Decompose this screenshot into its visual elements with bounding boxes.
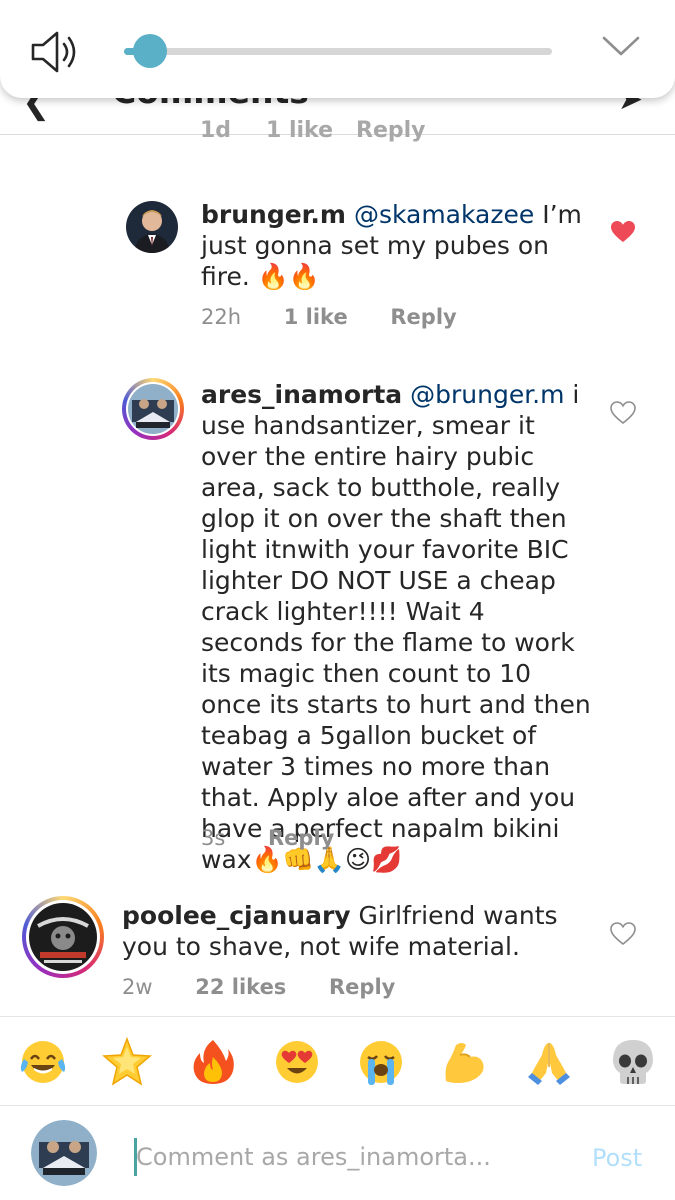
star-emoji-icon[interactable] [102, 1036, 152, 1087]
tears-of-joy-emoji-icon[interactable] [18, 1037, 68, 1087]
comment-meta: 22h 1 like Reply [201, 305, 493, 329]
emoji-bar [0, 1016, 675, 1106]
comment-username[interactable]: brunger.m [201, 200, 346, 229]
reply-button[interactable]: Reply [329, 975, 395, 999]
avatar[interactable] [122, 378, 184, 440]
comment-mention[interactable]: @brunger.m [410, 380, 564, 409]
heart-filled-icon[interactable] [610, 220, 636, 244]
comment-time: 3s [201, 826, 226, 850]
comment-text: poolee_cjanuary Girlfriend wants you to … [122, 900, 602, 962]
composer-avatar [31, 1120, 97, 1186]
comment-body: i use handsantizer, smear it over the en… [201, 380, 599, 874]
comment-username[interactable]: ares_inamorta [201, 380, 402, 409]
skull-emoji-icon[interactable] [608, 1037, 658, 1087]
comment-meta: 2w 22 likes Reply [122, 975, 431, 999]
volume-slider-knob[interactable] [132, 34, 167, 68]
comment-composer: Post [0, 1106, 675, 1200]
comment-likes[interactable]: 22 likes [195, 975, 286, 999]
comment-meta: 3s Reply [201, 826, 370, 850]
flexed-biceps-emoji-icon[interactable] [440, 1037, 490, 1087]
volume-panel [0, 0, 675, 98]
comment-input[interactable] [136, 1138, 536, 1176]
avatar[interactable] [126, 201, 178, 253]
fire-emoji-icon[interactable] [188, 1037, 238, 1087]
comment-text: ares_inamorta @brunger.m i use handsanti… [201, 379, 593, 875]
comment-text: brunger.m @skamakazee I’m just gonna set… [201, 199, 591, 292]
chevron-down-icon[interactable] [600, 30, 642, 60]
peek-likes[interactable]: 1 like [266, 118, 333, 143]
loudly-crying-emoji-icon[interactable] [356, 1037, 406, 1087]
comment-time: 2w [122, 975, 153, 999]
heart-outline-icon[interactable] [610, 922, 636, 946]
avatar[interactable] [22, 896, 104, 978]
speaker-icon[interactable] [30, 29, 80, 75]
volume-slider-track[interactable] [124, 48, 552, 55]
comment-username[interactable]: poolee_cjanuary [122, 901, 351, 930]
post-button[interactable]: Post [592, 1144, 642, 1172]
comment-time: 22h [201, 305, 242, 329]
reply-button[interactable]: Reply [390, 305, 456, 329]
folded-hands-emoji-icon[interactable] [524, 1037, 574, 1087]
reply-button[interactable]: Reply [268, 826, 334, 850]
peek-reply[interactable]: Reply [356, 118, 426, 143]
heart-outline-icon[interactable] [610, 401, 636, 425]
comment-mention[interactable]: @skamakazee [354, 200, 534, 229]
peek-time: 1d [200, 118, 232, 143]
comment-likes[interactable]: 1 like [284, 305, 348, 329]
heart-eyes-emoji-icon[interactable] [272, 1037, 322, 1087]
